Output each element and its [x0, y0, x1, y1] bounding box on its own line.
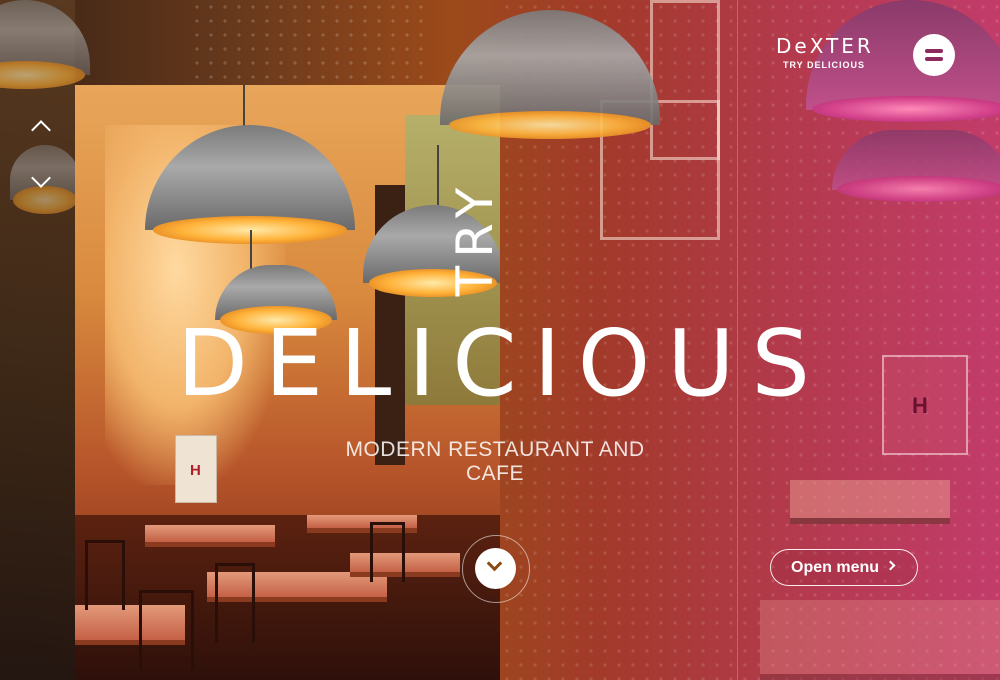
cafe-table — [350, 553, 460, 577]
dot-pattern-top — [190, 0, 430, 85]
logo-tagline: TRY DELICIOUS — [782, 60, 865, 70]
chevron-down-icon[interactable] — [24, 171, 58, 193]
wall-sign: H — [882, 355, 968, 455]
chair — [85, 540, 125, 610]
pendant-lamp — [0, 0, 90, 89]
hamburger-icon — [925, 49, 943, 53]
chevron-right-icon — [885, 560, 896, 571]
logo-wordmark: DeXTER — [776, 34, 874, 58]
scroll-down-inner — [475, 548, 516, 589]
hero-kicker: TRY — [446, 179, 504, 297]
open-menu-button[interactable]: Open menu — [770, 549, 918, 586]
slide-navigation — [24, 115, 58, 195]
lamp-cord — [243, 85, 245, 130]
hero-subtitle: MODERN RESTAURANT AND CAFE — [345, 438, 645, 485]
cafe-table — [760, 600, 1000, 680]
open-menu-label: Open menu — [791, 559, 880, 576]
cafe-table — [145, 525, 275, 547]
scroll-down-button[interactable] — [462, 535, 530, 603]
hero-title: DELICIOUS — [177, 310, 827, 417]
hamburger-icon — [925, 57, 943, 61]
menu-button[interactable] — [913, 34, 955, 76]
wall-sign-letter: H — [190, 462, 201, 479]
brand-logo[interactable]: DeXTER TRY DELICIOUS — [776, 36, 872, 70]
left-dark-panel — [0, 0, 75, 680]
chevron-up-icon[interactable] — [24, 115, 58, 137]
chair — [370, 522, 405, 582]
chair — [139, 590, 194, 670]
chevron-down-icon — [486, 555, 503, 572]
chair — [215, 563, 255, 643]
cafe-table — [790, 480, 950, 524]
wall-sign-letter: H — [912, 393, 928, 418]
wall-sign: H — [175, 435, 217, 503]
lamp-cord — [250, 230, 252, 270]
lamp-cord — [437, 145, 439, 205]
